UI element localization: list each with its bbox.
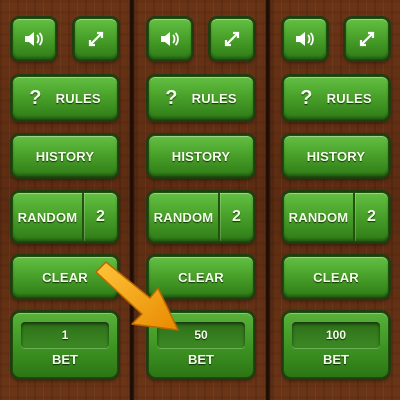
expand-icon xyxy=(87,30,105,48)
fullscreen-button[interactable] xyxy=(210,18,254,60)
question-mark-icon: ? xyxy=(300,86,313,109)
random-split: RANDOM 2 xyxy=(284,193,388,241)
random-count: 2 xyxy=(366,208,377,225)
bet-panel[interactable]: 100 BET xyxy=(283,312,389,378)
rules-label: RULES xyxy=(191,90,237,106)
panel-2: ? RULES HISTORY RANDOM 2 CLEAR 50 BET xyxy=(136,0,266,400)
rules-label: RULES xyxy=(55,90,101,106)
panel-1: ? RULES HISTORY RANDOM 2 CLEAR 1 BET xyxy=(0,0,130,400)
history-label: HISTORY xyxy=(171,148,231,164)
panel-divider xyxy=(130,0,134,400)
history-button[interactable]: HISTORY xyxy=(12,135,118,177)
random-button[interactable]: RANDOM 2 xyxy=(12,192,118,242)
bet-panel[interactable]: 1 BET xyxy=(12,312,118,378)
sound-button[interactable] xyxy=(12,18,56,60)
speaker-icon xyxy=(160,31,180,47)
history-button[interactable]: HISTORY xyxy=(283,135,389,177)
bet-label: BET xyxy=(52,352,78,367)
expand-icon xyxy=(223,30,241,48)
rules-button[interactable]: ? RULES xyxy=(12,76,118,120)
bet-label: BET xyxy=(188,352,214,367)
random-split: RANDOM 2 xyxy=(149,193,253,241)
random-label: RANDOM xyxy=(288,209,349,225)
fullscreen-button[interactable] xyxy=(345,18,389,60)
history-label: HISTORY xyxy=(35,148,95,164)
speaker-icon xyxy=(24,31,44,47)
random-count: 2 xyxy=(95,208,106,225)
bet-value-field[interactable]: 50 xyxy=(157,322,245,348)
clear-button[interactable]: CLEAR xyxy=(12,256,118,298)
bet-panel[interactable]: 50 BET xyxy=(148,312,254,378)
question-mark-icon: ? xyxy=(29,86,42,109)
random-label: RANDOM xyxy=(17,209,78,225)
rules-button[interactable]: ? RULES xyxy=(148,76,254,120)
clear-button[interactable]: CLEAR xyxy=(283,256,389,298)
speaker-icon xyxy=(295,31,315,47)
rules-label: RULES xyxy=(326,90,372,106)
clear-label: CLEAR xyxy=(42,269,88,285)
random-label: RANDOM xyxy=(153,209,214,225)
sound-button[interactable] xyxy=(283,18,327,60)
clear-label: CLEAR xyxy=(178,269,224,285)
rules-button[interactable]: ? RULES xyxy=(283,76,389,120)
fullscreen-button[interactable] xyxy=(74,18,118,60)
expand-icon xyxy=(358,30,376,48)
clear-button[interactable]: CLEAR xyxy=(148,256,254,298)
random-count: 2 xyxy=(231,208,242,225)
history-button[interactable]: HISTORY xyxy=(148,135,254,177)
random-split: RANDOM 2 xyxy=(13,193,117,241)
bet-value-field[interactable]: 100 xyxy=(292,322,380,348)
question-mark-icon: ? xyxy=(165,86,178,109)
clear-label: CLEAR xyxy=(313,269,359,285)
panel-divider xyxy=(266,0,270,400)
bet-label: BET xyxy=(323,352,349,367)
random-button[interactable]: RANDOM 2 xyxy=(283,192,389,242)
history-label: HISTORY xyxy=(306,148,366,164)
random-button[interactable]: RANDOM 2 xyxy=(148,192,254,242)
sound-button[interactable] xyxy=(148,18,192,60)
bet-value-field[interactable]: 1 xyxy=(21,322,109,348)
panel-3: ? RULES HISTORY RANDOM 2 CLEAR 100 BET xyxy=(271,0,400,400)
